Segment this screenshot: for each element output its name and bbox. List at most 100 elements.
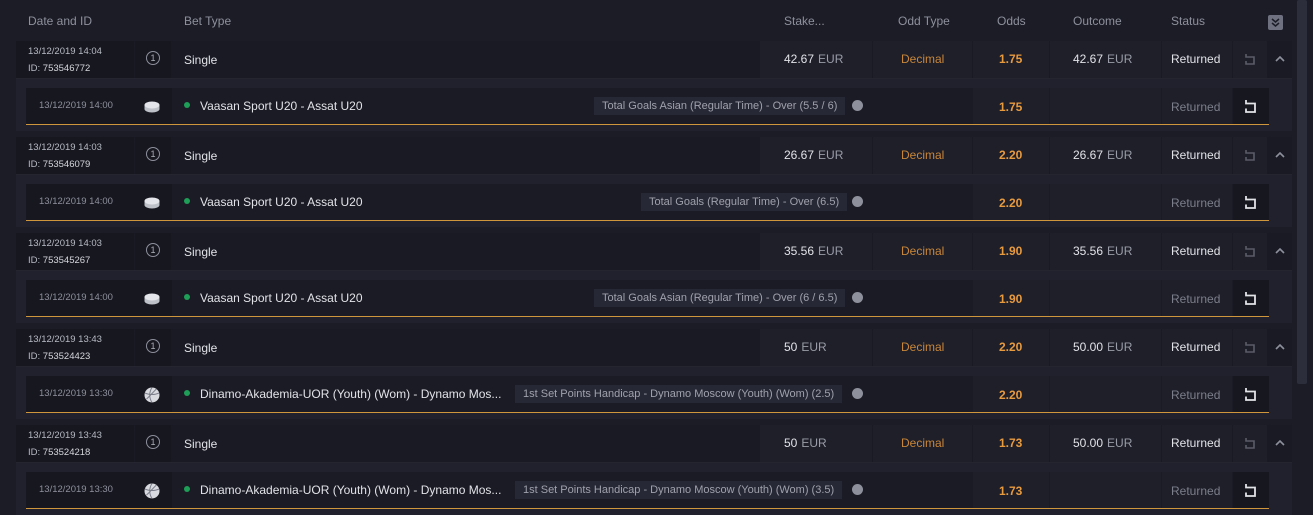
collapse-all-icon[interactable]: [1268, 15, 1283, 30]
return-icon[interactable]: [1242, 98, 1259, 115]
selection-odds: 1.90: [999, 292, 1023, 306]
col-bet-type[interactable]: Bet Type: [184, 14, 231, 28]
selection-odds: 2.20: [999, 388, 1023, 402]
live-dot: [184, 198, 190, 204]
bet-id: ID: 753524423: [28, 351, 90, 362]
bet-odds: 1.73: [999, 436, 1023, 450]
selection-event[interactable]: Vaasan Sport U20 - Assat U20: [200, 99, 363, 113]
selection-underline: [26, 508, 1269, 509]
bet-stake: 50 EUR: [784, 340, 827, 354]
return-icon[interactable]: [1242, 194, 1259, 211]
bet-row[interactable]: 13/12/2019 14:03 ID: 753546079 1 Single …: [16, 137, 1292, 175]
col-stake[interactable]: Stake...: [784, 14, 825, 28]
selection-row[interactable]: 13/12/2019 14:00 Vaasan Sport U20 - Assa…: [26, 88, 1269, 124]
selection-market: Total Goals Asian (Regular Time) - Over …: [594, 97, 846, 115]
selection-market: Total Goals Asian (Regular Time) - Over …: [594, 289, 846, 307]
chevron-up-icon[interactable]: [1274, 245, 1286, 257]
selection-event[interactable]: Vaasan Sport U20 - Assat U20: [200, 291, 363, 305]
return-icon[interactable]: [1243, 244, 1257, 258]
outcome-currency: EUR: [1107, 148, 1133, 162]
bet-datetime: 13/12/2019 13:43: [28, 430, 102, 441]
selection-row[interactable]: 13/12/2019 14:00 Vaasan Sport U20 - Assa…: [26, 280, 1269, 316]
col-odd-type[interactable]: Odd Type: [898, 14, 950, 28]
selection-count-icon: 1: [146, 243, 160, 257]
selection-event[interactable]: Vaasan Sport U20 - Assat U20: [200, 195, 363, 209]
selection-row[interactable]: 13/12/2019 13:30 Dinamo-Akademia-UOR (Yo…: [26, 376, 1269, 412]
selection-odds: 1.75: [999, 100, 1023, 114]
selection-market: Total Goals (Regular Time) - Over (6.5): [641, 193, 848, 211]
selection-status: Returned: [1171, 196, 1221, 210]
info-icon[interactable]: [852, 484, 863, 495]
bet-outcome: 26.67 EUR: [1073, 148, 1132, 162]
outcome-value: 42.67: [1073, 52, 1104, 66]
bet-outcome: 50.00 EUR: [1073, 436, 1132, 450]
bet-id: ID: 753546772: [28, 63, 90, 74]
stake-value: 50: [784, 436, 798, 450]
stake-value: 42.67: [784, 52, 815, 66]
outcome-value: 26.67: [1073, 148, 1104, 162]
info-icon[interactable]: [852, 100, 863, 111]
bet-id: ID: 753546079: [28, 159, 90, 170]
bet-status: Returned: [1171, 52, 1221, 66]
selection-row[interactable]: 13/12/2019 13:30 Dinamo-Akademia-UOR (Yo…: [26, 472, 1269, 508]
live-dot: [184, 390, 190, 396]
col-status[interactable]: Status: [1171, 14, 1205, 28]
bet-row[interactable]: 13/12/2019 13:43 ID: 753524218 1 Single …: [16, 425, 1292, 463]
selection-underline: [26, 316, 1269, 317]
bet-row[interactable]: 13/12/2019 13:43 ID: 753524423 1 Single …: [16, 329, 1292, 367]
selection-event[interactable]: Dinamo-Akademia-UOR (Youth) (Wom) - Dyna…: [200, 483, 501, 497]
bet-id-value: 753524423: [42, 351, 91, 362]
selection-event[interactable]: Dinamo-Akademia-UOR (Youth) (Wom) - Dyna…: [200, 387, 501, 401]
selection-underline: [26, 220, 1269, 221]
bet-group: 13/12/2019 14:03 ID: 753546079 1 Single …: [16, 137, 1292, 227]
return-icon[interactable]: [1243, 148, 1257, 162]
bet-odd-type: Decimal: [901, 244, 945, 258]
chevron-up-icon[interactable]: [1274, 149, 1286, 161]
return-icon[interactable]: [1243, 436, 1257, 450]
stake-currency: EUR: [818, 52, 844, 66]
bet-type: Single: [184, 245, 218, 259]
bet-status: Returned: [1171, 148, 1221, 162]
selection-count-icon: 1: [146, 339, 160, 353]
chevron-up-icon[interactable]: [1274, 53, 1286, 65]
col-outcome[interactable]: Outcome: [1073, 14, 1122, 28]
col-date-id[interactable]: Date and ID: [28, 14, 92, 28]
info-icon[interactable]: [852, 196, 863, 207]
scrollbar[interactable]: [1297, 0, 1307, 384]
chevron-up-icon[interactable]: [1274, 341, 1286, 353]
selection-row[interactable]: 13/12/2019 14:00 Vaasan Sport U20 - Assa…: [26, 184, 1269, 220]
bet-datetime: 13/12/2019 13:43: [28, 334, 102, 345]
bet-odds: 2.20: [999, 148, 1023, 162]
bet-stake: 26.67 EUR: [784, 148, 843, 162]
selection-status: Returned: [1171, 292, 1221, 306]
bet-row[interactable]: 13/12/2019 14:04 ID: 753546772 1 Single …: [16, 41, 1292, 79]
hockey-puck-icon: [144, 293, 160, 305]
chevron-up-icon[interactable]: [1274, 437, 1286, 449]
outcome-value: 50.00: [1073, 340, 1104, 354]
bet-id: ID: 753545267: [28, 255, 90, 266]
bet-odd-type: Decimal: [901, 340, 945, 354]
selection-count-icon: 1: [146, 147, 160, 161]
stake-value: 26.67: [784, 148, 815, 162]
col-odds[interactable]: Odds: [997, 14, 1026, 28]
outcome-currency: EUR: [1107, 340, 1133, 354]
info-icon[interactable]: [852, 388, 863, 399]
info-icon[interactable]: [852, 292, 863, 303]
bet-status: Returned: [1171, 436, 1221, 450]
return-icon[interactable]: [1242, 290, 1259, 307]
return-icon[interactable]: [1243, 52, 1257, 66]
bet-outcome: 35.56 EUR: [1073, 244, 1132, 258]
return-icon[interactable]: [1242, 482, 1259, 499]
return-icon[interactable]: [1242, 386, 1259, 403]
outcome-currency: EUR: [1107, 244, 1133, 258]
stake-value: 35.56: [784, 244, 815, 258]
return-icon[interactable]: [1243, 340, 1257, 354]
bet-stake: 50 EUR: [784, 436, 827, 450]
selection-datetime: 13/12/2019 13:30: [39, 388, 113, 399]
selection-panel: 13/12/2019 14:00 Vaasan Sport U20 - Assa…: [16, 79, 1292, 131]
bet-odds: 2.20: [999, 340, 1023, 354]
stake-currency: EUR: [801, 436, 827, 450]
volleyball-icon: [144, 387, 160, 403]
bet-row[interactable]: 13/12/2019 14:03 ID: 753545267 1 Single …: [16, 233, 1292, 271]
volleyball-icon: [144, 483, 160, 499]
